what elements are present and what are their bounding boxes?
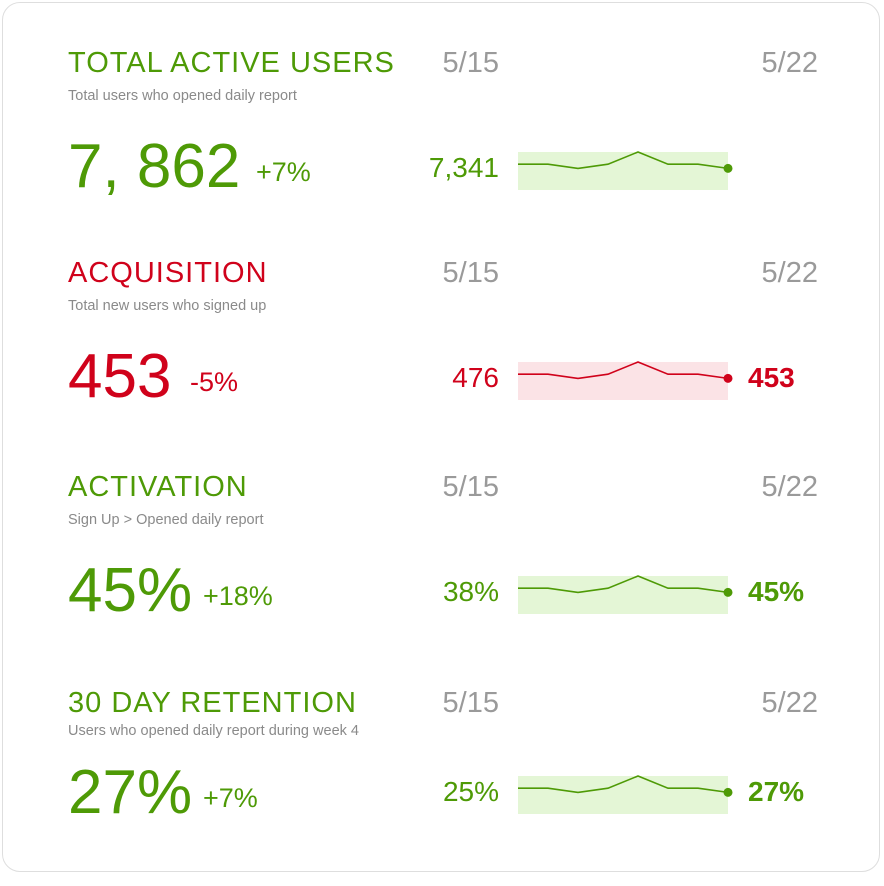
start-value: 25% <box>442 776 499 807</box>
metric-subtitle: Sign Up > Opened daily report <box>68 512 264 528</box>
end-value: 27% <box>748 776 805 807</box>
metric-subtitle: Total users who opened daily report <box>68 88 297 104</box>
start-date: 5/15 <box>442 47 499 79</box>
start-value: 7,341 <box>428 152 499 183</box>
sparkline-end-point <box>723 587 733 597</box>
metric-change: -5% <box>190 367 239 397</box>
metric-title: ACTIVATION <box>68 471 248 503</box>
metric-title: 30 DAY RETENTION <box>68 687 357 719</box>
metric-title: ACQUISITION <box>68 257 268 289</box>
metric-change: +7% <box>203 783 258 813</box>
sparkline <box>518 361 733 400</box>
metric-change: +7% <box>256 157 311 187</box>
end-value: 453 <box>748 362 795 393</box>
sparkline-end-point <box>723 373 733 383</box>
metric-change: +18% <box>203 581 273 611</box>
metric-total-active-users: TOTAL ACTIVE USERS Total users who opene… <box>0 46 884 246</box>
end-date: 5/22 <box>761 257 818 289</box>
start-date: 5/15 <box>442 471 499 503</box>
sparkline <box>518 151 733 190</box>
start-date: 5/15 <box>442 257 499 289</box>
end-value: 45% <box>748 576 805 607</box>
metric-subtitle: Total new users who signed up <box>68 298 267 314</box>
metric-acquisition: ACQUISITION Total new users who signed u… <box>0 256 884 456</box>
metric-30-day-retention: 30 DAY RETENTION Users who opened daily … <box>0 686 884 886</box>
metric-title: TOTAL ACTIVE USERS <box>68 47 395 79</box>
end-date: 5/22 <box>761 687 818 719</box>
metric-value: 27% <box>68 758 193 827</box>
metric-value: 45% <box>68 556 193 625</box>
sparkline <box>518 575 733 614</box>
metric-subtitle: Users who opened daily report during wee… <box>68 723 359 739</box>
sparkline <box>518 775 733 814</box>
metric-value: 7, 862 <box>68 132 241 201</box>
sparkline-end-point <box>723 163 733 173</box>
start-date: 5/15 <box>442 687 499 719</box>
start-value: 38% <box>442 576 499 607</box>
sparkline-end-point <box>723 787 733 797</box>
end-date: 5/22 <box>761 47 818 79</box>
end-date: 5/22 <box>761 471 818 503</box>
metric-value: 453 <box>68 342 172 411</box>
metric-activation: ACTIVATION Sign Up > Opened daily report… <box>0 470 884 670</box>
start-value: 476 <box>452 362 499 393</box>
